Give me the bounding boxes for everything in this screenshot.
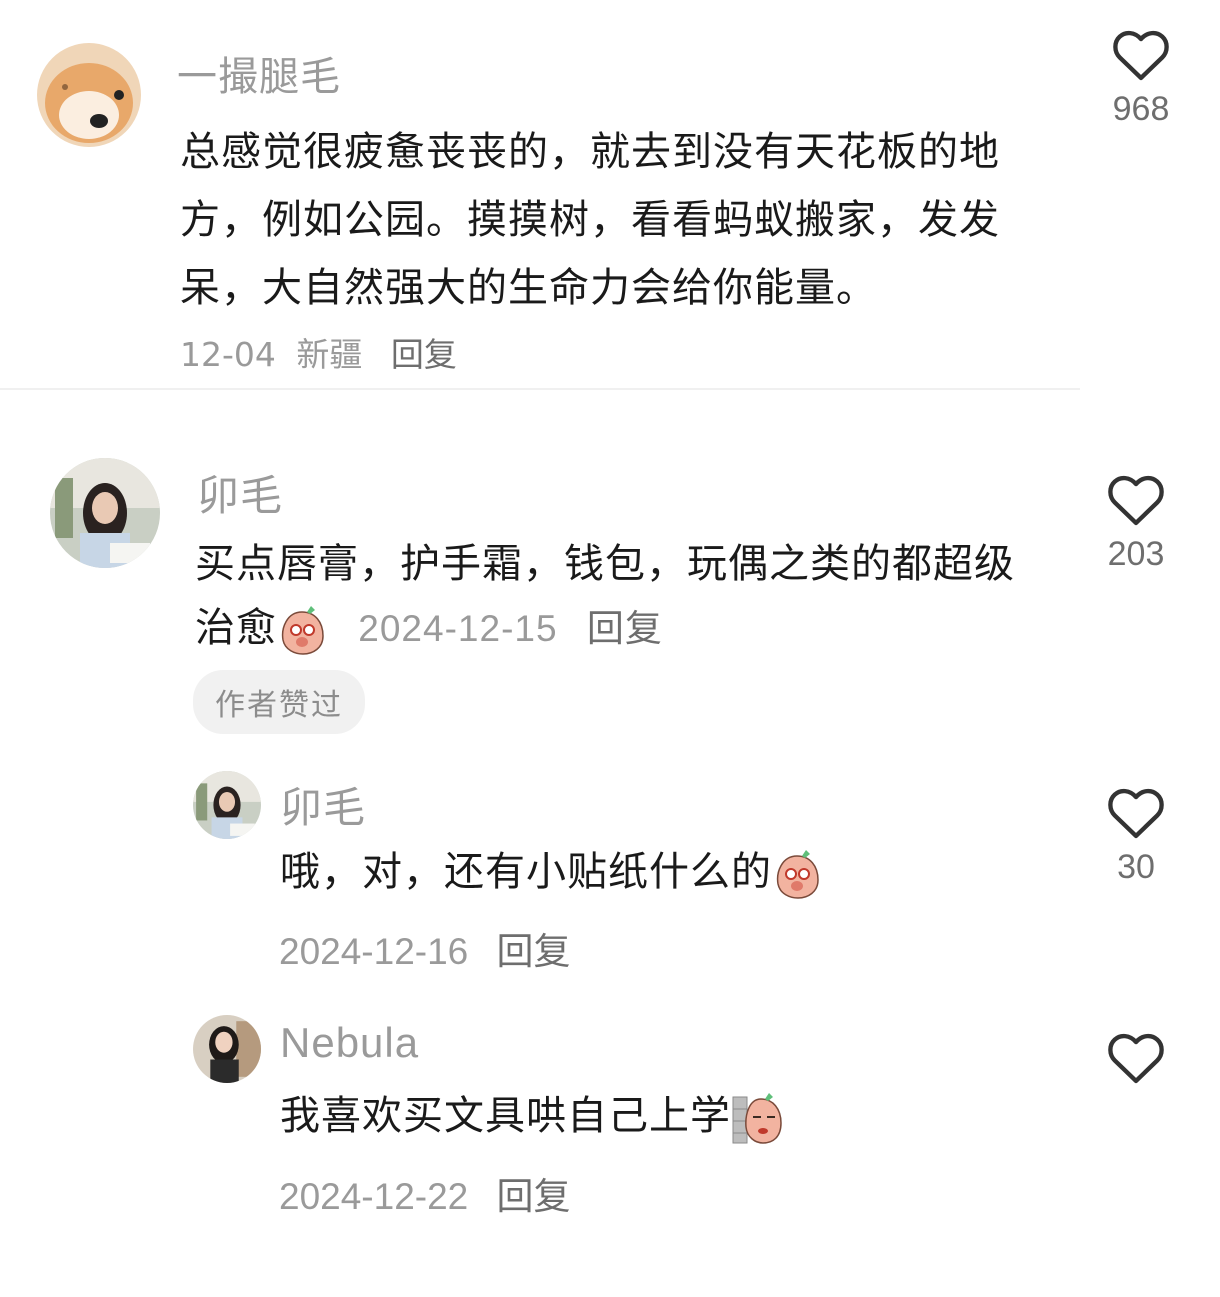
reply-button[interactable]: 回复	[497, 931, 571, 972]
avatar[interactable]	[37, 43, 141, 147]
avatar[interactable]	[50, 458, 160, 568]
comment-username[interactable]: 一撮腿毛	[177, 44, 341, 102]
woman-photo-avatar-icon	[193, 1015, 261, 1083]
comment-text: 哦，对，还有小贴纸什么的	[280, 840, 1040, 904]
comment-meta: 2024-12-22 回复	[279, 1166, 571, 1220]
like-count: 968	[1112, 90, 1170, 128]
heart-icon	[1108, 788, 1164, 839]
reply-button[interactable]: 回复	[587, 608, 663, 649]
avatar[interactable]	[193, 771, 261, 839]
comment-text-content: 我喜欢买文具哄自己上学	[280, 1093, 731, 1139]
like-count: 30	[1117, 848, 1155, 886]
comment-date: 2024-12-15	[358, 608, 558, 649]
comment-text: 我喜欢买文具哄自己上学	[280, 1084, 1040, 1148]
author-liked-badge: 作者赞过	[193, 670, 365, 734]
avatar[interactable]	[193, 1015, 261, 1083]
like-button[interactable]: 203	[1091, 473, 1181, 574]
girl-photo-avatar-icon	[50, 458, 160, 568]
comment-meta: 12-04 新疆 回复	[180, 328, 457, 376]
divider	[0, 388, 1080, 390]
reply-button[interactable]: 回复	[391, 335, 457, 374]
blushing-peach-emoji	[277, 604, 327, 656]
comment-location: 新疆	[296, 335, 363, 374]
heart-icon	[1108, 475, 1164, 526]
like-button[interactable]: 30	[1091, 786, 1181, 887]
like-button[interactable]	[1091, 1031, 1181, 1085]
peeking-peach-emoji	[731, 1091, 785, 1145]
reply-button[interactable]: 回复	[497, 1176, 571, 1217]
heart-icon	[1113, 30, 1169, 81]
comment-meta: 2024-12-15 回复	[347, 608, 663, 649]
comment-username[interactable]: 卯毛	[280, 774, 366, 835]
like-button[interactable]: 968	[1096, 28, 1186, 129]
heart-icon	[1108, 1033, 1164, 1084]
comment-meta: 2024-12-16 回复	[279, 921, 571, 975]
shiba-dog-avatar-icon	[37, 43, 141, 147]
like-count: 203	[1107, 535, 1165, 573]
blushing-peach-emoji	[772, 848, 822, 900]
girl-photo-avatar-icon	[193, 771, 261, 839]
comment-username[interactable]: 卯毛	[197, 462, 283, 523]
comment-text: 总感觉很疲惫丧丧的，就去到没有天花板的地方，例如公园。摸摸树，看看蚂蚁搬家，发发…	[180, 129, 1000, 311]
comment-date: 2024-12-22	[279, 1176, 469, 1217]
comment-username[interactable]: Nebula	[280, 1019, 419, 1067]
comment-date: 12-04	[180, 335, 276, 374]
comment-date: 2024-12-16	[279, 931, 469, 972]
comment-text: 买点唇膏，护手霜，钱包，玩偶之类的都超级治愈 2024-12-15 回复	[195, 532, 1035, 661]
comment-text-content: 哦，对，还有小贴纸什么的	[280, 849, 772, 895]
